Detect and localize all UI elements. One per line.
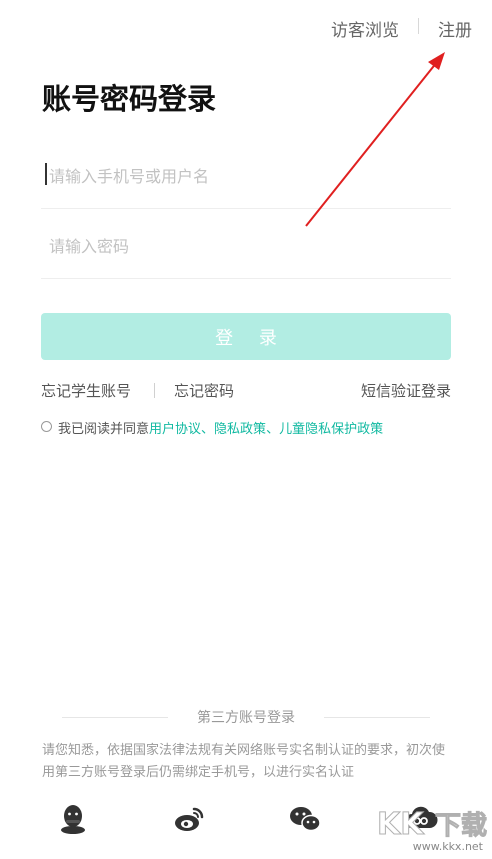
- third-party-divider-right: [324, 717, 430, 718]
- sms-login-link[interactable]: 短信验证登录: [361, 380, 451, 401]
- links-divider: [154, 383, 155, 398]
- privacy-policy-link[interactable]: 隐私政策: [214, 422, 266, 437]
- login-button[interactable]: 登 录: [41, 313, 451, 360]
- password-input[interactable]: [47, 230, 447, 262]
- forgot-password-link[interactable]: 忘记密码: [174, 380, 234, 401]
- password-field: [41, 212, 451, 279]
- wechat-login-button[interactable]: [288, 802, 322, 836]
- guest-browse-link[interactable]: 访客浏览: [331, 16, 399, 41]
- username-field: [41, 142, 451, 209]
- page-title: 账号密码登录: [42, 82, 217, 116]
- agree-radio[interactable]: [41, 421, 52, 432]
- top-bar: 访客浏览 注册: [0, 0, 492, 56]
- svg-text:下载: 下载: [435, 811, 487, 841]
- qq-login-button[interactable]: [56, 802, 90, 836]
- cloud-login-button[interactable]: [404, 802, 438, 836]
- weibo-icon: [175, 807, 204, 831]
- agreement-separator: 、: [201, 422, 215, 437]
- top-divider: [418, 18, 419, 34]
- user-agreement-link[interactable]: 用户协议: [149, 422, 201, 437]
- forgot-student-account-link[interactable]: 忘记学生账号: [41, 380, 131, 401]
- child-privacy-policy-link[interactable]: 儿童隐私保护政策: [279, 422, 383, 437]
- weibo-login-button[interactable]: [172, 802, 206, 836]
- wechat-icon: [290, 807, 321, 832]
- username-input[interactable]: [47, 160, 447, 192]
- help-links: 忘记学生账号 忘记密码 短信验证登录: [41, 380, 451, 402]
- agreement-prefix: 我已阅读并同意: [58, 422, 150, 437]
- cloud-icon: [405, 806, 438, 828]
- agreement-row: 我已阅读并同意用户协议、隐私政策、儿童隐私保护政策: [41, 418, 383, 437]
- watermark-url: www.kkx.net: [412, 840, 483, 853]
- register-link[interactable]: 注册: [438, 16, 472, 41]
- real-name-notice: 请您知悉，依据国家法律法规有关网络账号实名制认证的要求，初次使用第三方账号登录后…: [42, 743, 446, 780]
- qq-icon: [61, 805, 85, 834]
- agreement-separator: 、: [266, 422, 280, 437]
